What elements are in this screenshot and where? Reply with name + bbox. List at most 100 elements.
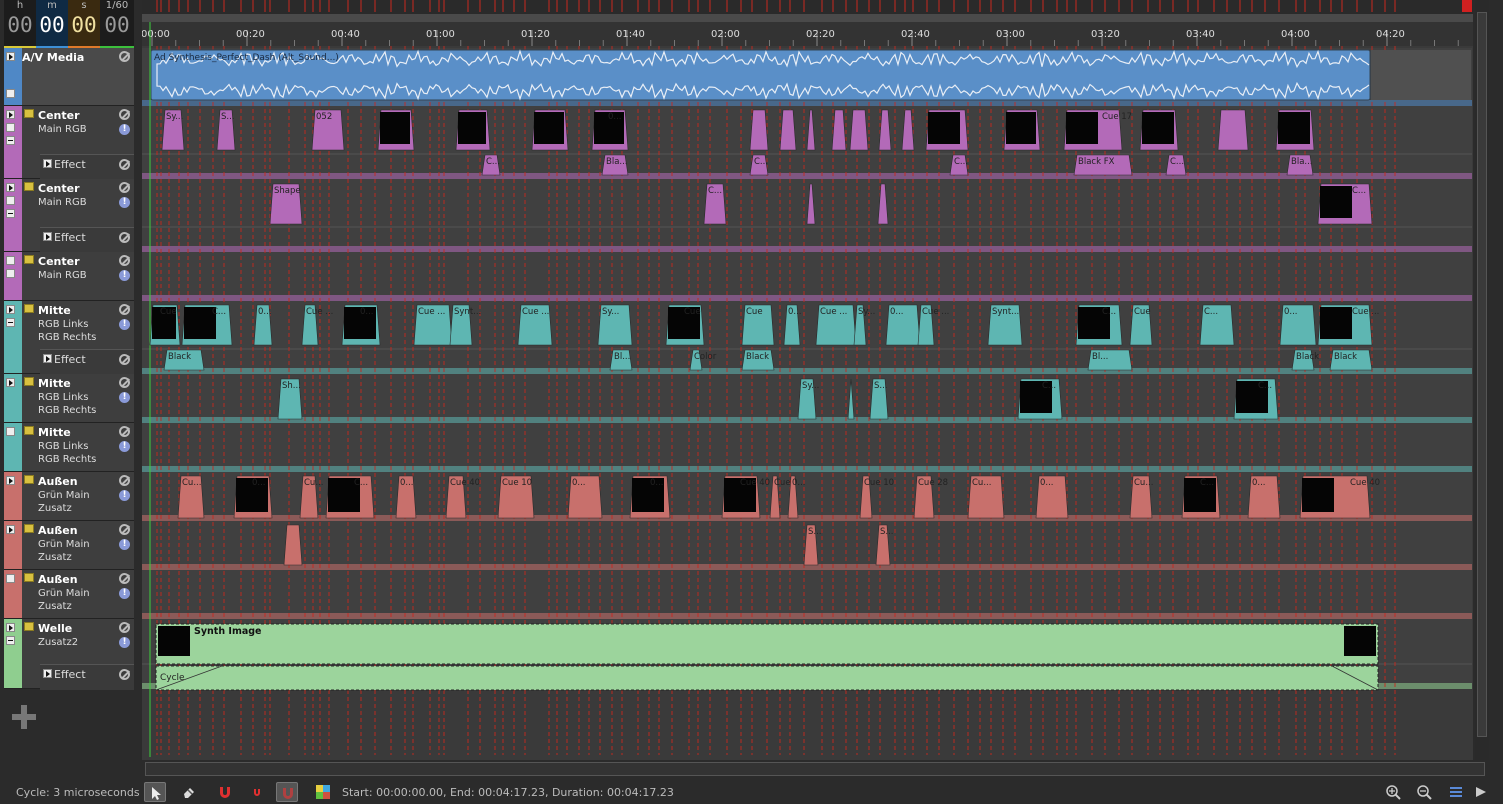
track-checkbox[interactable] <box>6 89 15 98</box>
magnet-icon <box>220 787 230 798</box>
cue-clip[interactable] <box>849 109 869 151</box>
expand-toggle[interactable] <box>43 159 52 168</box>
expand-toggle[interactable] <box>6 525 15 534</box>
info-icon[interactable]: ! <box>119 124 130 135</box>
folder-icon <box>24 426 34 435</box>
snap-small-button[interactable] <box>246 782 268 802</box>
track-lane[interactable] <box>142 179 1472 252</box>
track-checkbox[interactable] <box>6 427 15 436</box>
collapse-toggle[interactable] <box>6 318 15 327</box>
collapse-toggle[interactable] <box>6 209 15 218</box>
eraser-tool-button[interactable] <box>178 782 200 802</box>
mute-icon[interactable] <box>119 622 130 633</box>
track-color-strip <box>4 301 22 373</box>
select-tool-button[interactable] <box>144 782 166 802</box>
collapse-toggle[interactable] <box>6 136 15 145</box>
expand-toggle[interactable] <box>6 378 15 387</box>
mute-icon[interactable] <box>119 426 130 437</box>
effect-row[interactable]: Effect <box>40 349 134 375</box>
track-header[interactable]: A/V Media <box>4 48 134 106</box>
list-view-button[interactable] <box>1445 782 1467 802</box>
expand-toggle[interactable] <box>43 232 52 241</box>
mute-icon[interactable] <box>119 182 130 193</box>
info-icon[interactable]: ! <box>119 319 130 330</box>
track-header[interactable]: Außen Grün Main Zusatz! <box>4 570 134 619</box>
zoom-in-button[interactable] <box>1382 782 1404 802</box>
info-icon[interactable]: ! <box>119 441 130 452</box>
timeline-canvas[interactable]: 00:00 00:20 00:40 01:00 01:20 01:40 02:00 02:20… <box>141 0 1473 760</box>
add-track-button[interactable] <box>10 703 38 731</box>
expand-toggle[interactable] <box>43 669 52 678</box>
info-icon[interactable]: ! <box>119 392 130 403</box>
range-info-text: Start: 00:00:00.00, End: 00:04:17.23, Du… <box>342 786 674 799</box>
zoom-out-button[interactable] <box>1413 782 1435 802</box>
mute-icon[interactable] <box>119 669 130 680</box>
snap-magnet-button[interactable] <box>214 782 236 802</box>
track-checkbox[interactable] <box>6 123 15 132</box>
mute-icon[interactable] <box>119 573 130 584</box>
timeline-area[interactable]: 00:00 00:20 00:40 01:00 01:20 01:40 02:00 02:20… <box>141 0 1473 760</box>
track-header[interactable]: Center Main RGB! Effect <box>4 179 134 253</box>
track-header[interactable]: Center Main RGB! Effect <box>4 106 134 180</box>
track-header[interactable]: Mitte RGB Links RGB Rechts! Effect <box>4 301 134 375</box>
info-icon[interactable]: ! <box>119 637 130 648</box>
mute-icon[interactable] <box>119 377 130 388</box>
mute-icon[interactable] <box>119 524 130 535</box>
info-icon[interactable]: ! <box>119 270 130 281</box>
cycle-effect-clip[interactable] <box>155 665 1379 691</box>
snap-marker-button[interactable] <box>276 782 298 802</box>
track-checkbox[interactable] <box>6 269 15 278</box>
zoom-out-icon <box>1417 785 1432 800</box>
horizontal-scrollbar[interactable] <box>145 762 1485 776</box>
mute-icon[interactable] <box>119 304 130 315</box>
mute-icon[interactable] <box>119 109 130 120</box>
track-header[interactable]: Außen Grün Main Zusatz! <box>4 521 134 570</box>
track-checkbox[interactable] <box>6 196 15 205</box>
expand-toggle[interactable] <box>6 476 15 485</box>
cue-clip[interactable] <box>1217 109 1249 151</box>
track-lane[interactable] <box>142 423 1472 472</box>
info-icon[interactable]: ! <box>119 197 130 208</box>
mute-icon[interactable] <box>119 159 130 170</box>
expand-toggle[interactable] <box>6 110 15 119</box>
expand-toggle[interactable] <box>6 52 15 61</box>
cue-clip-label: Cue ... <box>1352 307 1379 317</box>
end-marker[interactable] <box>1462 0 1472 12</box>
expand-toggle[interactable] <box>6 305 15 314</box>
info-icon[interactable]: ! <box>119 490 130 501</box>
mute-icon[interactable] <box>119 232 130 243</box>
grid-color-button[interactable] <box>312 782 334 802</box>
vertical-scroll-thumb[interactable] <box>1477 12 1487 737</box>
effect-row[interactable]: Effect <box>40 154 134 180</box>
info-icon[interactable]: ! <box>119 588 130 599</box>
expand-toggle[interactable] <box>6 623 15 632</box>
scroll-end-button[interactable] <box>1470 782 1492 802</box>
mute-icon[interactable] <box>119 51 130 62</box>
track-header[interactable]: Welle Zusatz2! Effect <box>4 619 134 690</box>
track-header[interactable]: Mitte RGB Links RGB Rechts! <box>4 374 134 423</box>
effect-row[interactable]: Effect <box>40 664 134 690</box>
cue-clip[interactable] <box>283 524 303 566</box>
track-checkbox[interactable] <box>6 574 15 583</box>
track-header[interactable]: Center Main RGB! <box>4 252 134 301</box>
cue-thumbnail <box>1344 626 1376 656</box>
track-header[interactable]: Mitte RGB Links RGB Rechts! <box>4 423 134 472</box>
cue-clip-label: Cu... <box>182 478 201 488</box>
track-checkbox[interactable] <box>6 256 15 265</box>
mute-icon[interactable] <box>119 255 130 266</box>
mute-icon[interactable] <box>119 475 130 486</box>
vertical-scrollbar[interactable] <box>1475 0 1489 760</box>
synth-image-clip[interactable] <box>155 623 1379 665</box>
track-lane[interactable] <box>142 570 1472 619</box>
expand-toggle[interactable] <box>6 183 15 192</box>
track-lane[interactable] <box>142 301 1472 374</box>
mute-icon[interactable] <box>119 354 130 365</box>
collapse-toggle[interactable] <box>6 636 15 645</box>
effect-row[interactable]: Effect <box>40 227 134 253</box>
cue-clip[interactable] <box>779 109 797 151</box>
expand-toggle[interactable] <box>43 354 52 363</box>
info-icon[interactable]: ! <box>119 539 130 550</box>
track-header[interactable]: Außen Grün Main Zusatz! <box>4 472 134 521</box>
track-lane[interactable] <box>142 252 1472 301</box>
cue-clip[interactable] <box>749 109 769 151</box>
